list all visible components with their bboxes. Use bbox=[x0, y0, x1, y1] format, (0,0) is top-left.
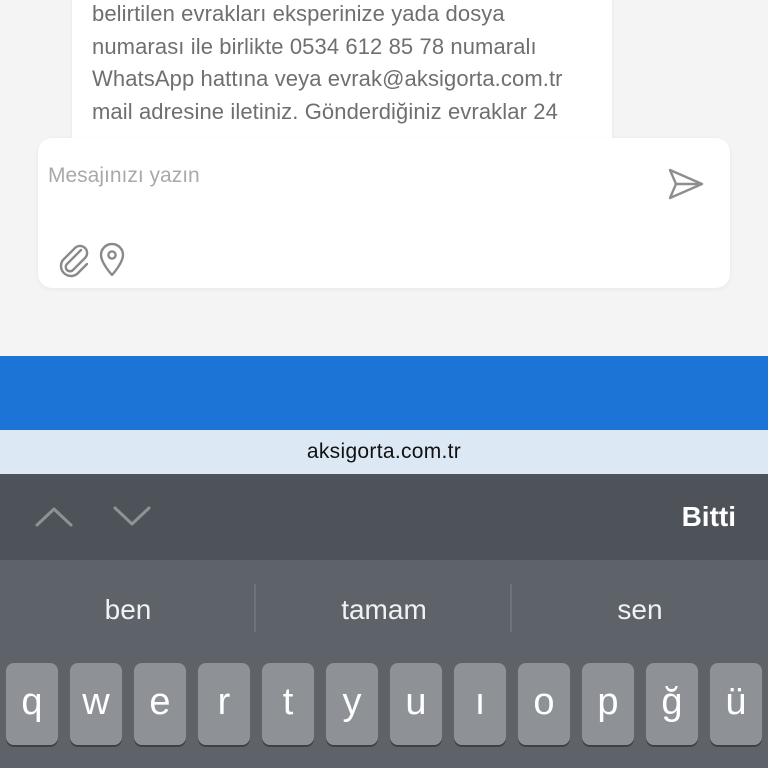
suggestion-bar: ben tamam sen bbox=[0, 560, 768, 660]
message-line: belirtilen evrakları eksperinize yada do… bbox=[92, 1, 505, 26]
key-q[interactable]: q bbox=[6, 663, 58, 745]
attach-button[interactable] bbox=[56, 240, 92, 280]
next-field-button[interactable] bbox=[112, 502, 152, 530]
message-bubble: belirtilen evrakları eksperinize yada do… bbox=[72, 0, 612, 150]
suggestion-item[interactable]: ben bbox=[0, 584, 256, 636]
message-input[interactable] bbox=[48, 156, 648, 196]
location-button[interactable] bbox=[96, 242, 128, 278]
keyboard: ben tamam sen q w e r t y u ı o p ğ ü bbox=[0, 560, 768, 768]
paperclip-icon bbox=[59, 244, 89, 278]
suggestion-item[interactable]: tamam bbox=[256, 584, 512, 636]
site-footer-bar bbox=[0, 356, 768, 430]
done-button[interactable]: Bitti bbox=[682, 496, 736, 538]
key-y[interactable]: y bbox=[326, 663, 378, 745]
message-line: WhatsApp hattına veya evrak@aksigorta.co… bbox=[92, 66, 563, 91]
message-line: mail adresine iletiniz. Gönderdiğiniz ev… bbox=[92, 98, 558, 124]
key-dotless-i[interactable]: ı bbox=[454, 663, 506, 745]
key-r[interactable]: r bbox=[198, 663, 250, 745]
url-text: aksigorta.com.tr bbox=[306, 440, 462, 463]
send-icon bbox=[668, 168, 704, 200]
key-w[interactable]: w bbox=[70, 663, 122, 745]
previous-field-button[interactable] bbox=[34, 502, 74, 530]
chat-area: belirtilen evrakları eksperinize yada do… bbox=[0, 0, 768, 356]
key-u[interactable]: u bbox=[390, 663, 442, 745]
key-g-breve[interactable]: ğ bbox=[646, 663, 698, 745]
chevron-down-icon bbox=[113, 506, 151, 526]
key-o[interactable]: o bbox=[518, 663, 570, 745]
address-bar[interactable]: aksigorta.com.tr bbox=[0, 430, 768, 474]
message-composer bbox=[38, 138, 730, 288]
key-p[interactable]: p bbox=[582, 663, 634, 745]
key-t[interactable]: t bbox=[262, 663, 314, 745]
suggestion-item[interactable]: sen bbox=[512, 584, 768, 636]
key-u-umlaut[interactable]: ü bbox=[710, 663, 762, 745]
chevron-up-icon bbox=[35, 507, 73, 527]
send-button[interactable] bbox=[666, 166, 706, 202]
key-e[interactable]: e bbox=[134, 663, 186, 745]
map-pin-icon bbox=[99, 242, 125, 277]
message-line: numarası ile birlikte 0534 612 85 78 num… bbox=[92, 33, 537, 59]
